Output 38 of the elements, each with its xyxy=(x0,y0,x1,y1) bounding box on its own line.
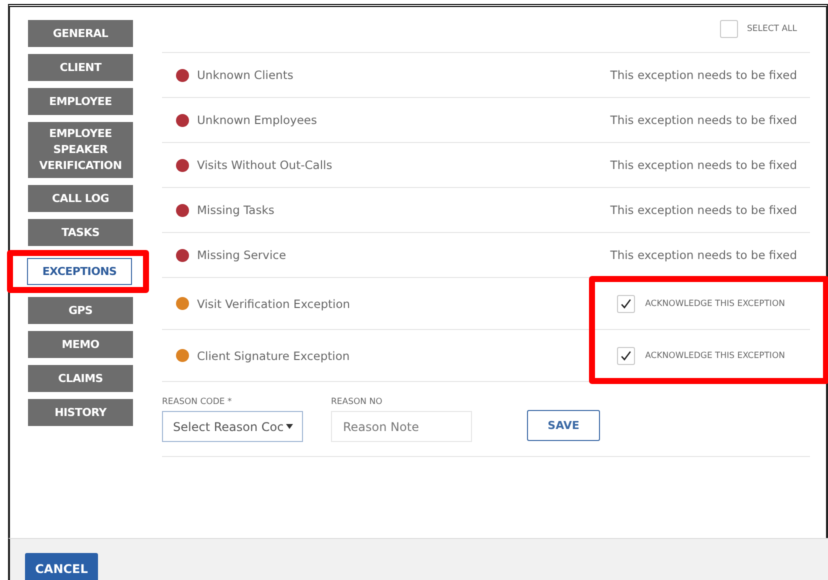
exception-name: Missing Service xyxy=(197,248,286,262)
save-button[interactable]: SAVE xyxy=(527,410,600,441)
reason-note-field[interactable]: Reason Note xyxy=(331,411,472,442)
nav-tab[interactable]: HISTORY xyxy=(28,399,133,426)
cancel-button[interactable]: CANCEL xyxy=(25,553,98,580)
exception-status: This exception needs to be fixed xyxy=(610,113,797,127)
checkbox[interactable] xyxy=(720,20,738,38)
exception-name: Visits Without Out-Calls xyxy=(197,158,332,172)
nav-tab[interactable]: GENERAL xyxy=(28,20,133,47)
exception-name: Unknown Employees xyxy=(197,113,317,127)
nav-tab[interactable]: EXCEPTIONS xyxy=(27,258,132,285)
checkbox[interactable] xyxy=(617,294,636,312)
exception-name: Unknown Clients xyxy=(197,68,294,82)
acknowledge-label: ACKNOWLEDGE THIS EXCEPTION xyxy=(645,298,785,308)
nav-tab[interactable]: EMPLOYEE SPEAKER VERIFICATION xyxy=(28,122,133,178)
reason-code-dropdown[interactable]: Select Reason Coc xyxy=(162,411,303,442)
nav-tab[interactable]: MEMO xyxy=(28,331,133,358)
select-all-label: SELECT ALL xyxy=(747,24,797,34)
nav-tab[interactable]: CLAIMS xyxy=(28,365,133,392)
caret-icon xyxy=(286,424,293,429)
nav-tab[interactable]: CALL LOG xyxy=(28,185,133,212)
field-label: REASON NO xyxy=(331,397,384,407)
nav-tab[interactable]: EMPLOYEE xyxy=(28,88,133,115)
exception-status: This exception needs to be fixed xyxy=(610,158,797,172)
exception-status: This exception needs to be fixed xyxy=(610,248,797,262)
checkbox[interactable] xyxy=(617,346,636,364)
checkmark-icon xyxy=(619,348,634,362)
exception-status: This exception needs to be fixed xyxy=(610,203,797,217)
exception-name: Client Signature Exception xyxy=(197,348,350,362)
exception-name: Missing Tasks xyxy=(197,203,274,217)
field-label: REASON CODE * xyxy=(162,397,233,407)
exception-status: This exception needs to be fixed xyxy=(610,68,797,82)
exception-name: Visit Verification Exception xyxy=(197,296,350,310)
nav-tab[interactable]: GPS xyxy=(28,297,133,324)
checkmark-icon xyxy=(619,296,634,310)
nav-tab[interactable]: CLIENT xyxy=(28,54,133,81)
nav-tab[interactable]: TASKS xyxy=(28,219,133,246)
acknowledge-label: ACKNOWLEDGE THIS EXCEPTION xyxy=(645,350,785,360)
